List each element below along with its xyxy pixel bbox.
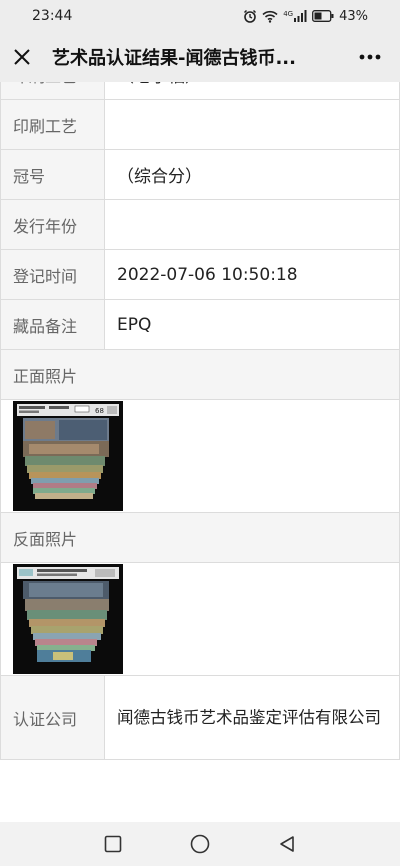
app-header: 艺术品认证结果-闻德古钱币... xyxy=(0,32,400,82)
row-value: 2022-07-06 10:50:18 xyxy=(104,249,400,300)
row-value: 闻德古钱币艺术品鉴定评估有限公司 xyxy=(104,675,400,760)
banknote-front-illustration: 68 xyxy=(13,401,123,511)
back-photo-label: 反面照片 xyxy=(0,512,400,563)
status-time: 23:44 xyxy=(32,8,73,24)
wifi-icon xyxy=(262,10,278,23)
row-label: 印刷工艺 xyxy=(0,82,105,100)
row-value: （七小福） xyxy=(104,82,400,100)
row-value xyxy=(104,99,400,150)
more-icon xyxy=(359,54,381,60)
square-icon xyxy=(105,835,122,853)
row-value: （综合分） xyxy=(104,149,400,200)
circle-icon xyxy=(190,834,210,854)
table-row: 认证公司 闻德古钱币艺术品鉴定评估有限公司 xyxy=(0,675,400,760)
status-icons: 4G 43% xyxy=(243,9,368,24)
row-label: 登记时间 xyxy=(0,249,105,300)
table-row: 发行年份 xyxy=(0,199,400,250)
home-button[interactable] xyxy=(180,824,220,864)
info-table: 印刷工艺 （七小福） 印刷工艺 冠号 （综合分） 发行年份 登记时间 2022-… xyxy=(0,82,400,760)
back-photo-cell xyxy=(0,562,400,676)
row-label: 藏品备注 xyxy=(0,299,105,350)
close-button[interactable] xyxy=(0,32,44,82)
table-row: 藏品备注 EPQ xyxy=(0,299,400,350)
table-row: 冠号 （综合分） xyxy=(0,149,400,200)
row-label: 认证公司 xyxy=(0,675,105,760)
front-photo-header: 正面照片 xyxy=(0,349,400,400)
alarm-icon xyxy=(243,9,257,23)
table-row: 登记时间 2022-07-06 10:50:18 xyxy=(0,249,400,300)
row-label: 冠号 xyxy=(0,149,105,200)
content-area[interactable]: 印刷工艺 （七小福） 印刷工艺 冠号 （综合分） 发行年份 登记时间 2022-… xyxy=(0,82,400,822)
back-photo-row xyxy=(0,562,400,676)
triangle-back-icon xyxy=(279,836,294,852)
table-row: 印刷工艺 （七小福） xyxy=(0,82,400,100)
recents-button[interactable] xyxy=(93,824,133,864)
battery-percent: 43% xyxy=(339,8,368,24)
banknote-back-illustration xyxy=(13,564,123,674)
front-photo-image[interactable]: 68 xyxy=(13,401,123,511)
front-photo-row: 68 xyxy=(0,399,400,513)
row-value: EPQ xyxy=(104,299,400,350)
row-label: 印刷工艺 xyxy=(0,99,105,150)
row-label: 发行年份 xyxy=(0,199,105,250)
close-icon xyxy=(14,49,30,65)
row-value xyxy=(104,199,400,250)
system-nav-bar xyxy=(0,822,400,866)
back-photo-header: 反面照片 xyxy=(0,512,400,563)
signal-icon: 4G xyxy=(283,10,307,22)
front-grade-value: 68 xyxy=(95,407,104,415)
front-photo-label: 正面照片 xyxy=(0,349,400,400)
page-title: 艺术品认证结果-闻德古钱币... xyxy=(52,48,296,69)
more-options-button[interactable] xyxy=(340,32,400,82)
content-scroll: 印刷工艺 （七小福） 印刷工艺 冠号 （综合分） 发行年份 登记时间 2022-… xyxy=(0,82,400,760)
back-button[interactable] xyxy=(267,824,307,864)
network-type-label: 4G xyxy=(283,10,294,18)
back-photo-image[interactable] xyxy=(13,564,123,674)
table-row: 印刷工艺 xyxy=(0,99,400,150)
front-photo-cell: 68 xyxy=(0,399,400,513)
battery-icon xyxy=(312,10,334,22)
status-bar: 23:44 4G 43% xyxy=(0,0,400,32)
